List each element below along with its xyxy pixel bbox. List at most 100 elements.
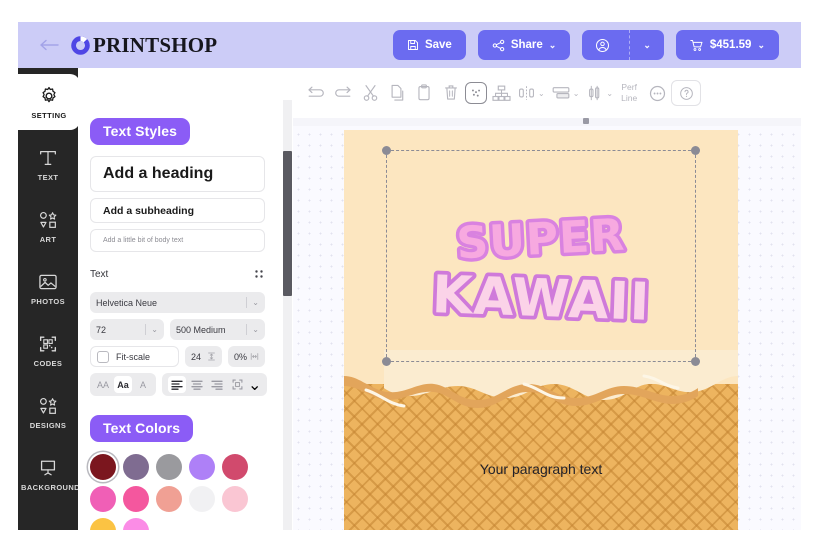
color-swatch[interactable] — [123, 486, 149, 512]
add-body-text-button[interactable]: Add a little bit of body text — [90, 229, 265, 252]
printshop-editor: PRINTSHOP Save Share ⌄ ⌄ $451.59 ⌄ SETTI… — [0, 0, 819, 547]
resize-handle-top-right[interactable] — [691, 146, 700, 155]
brand[interactable]: PRINTSHOP — [70, 33, 217, 58]
color-swatch[interactable] — [90, 486, 116, 512]
color-swatch[interactable] — [189, 454, 215, 480]
more-horizontal-icon[interactable] — [644, 78, 670, 108]
back-arrow-icon[interactable] — [38, 34, 60, 56]
fit-scale-toggle[interactable]: Fit-scale — [90, 346, 179, 367]
font-size-value: 72 — [96, 324, 107, 335]
canvas-scrollbar-track[interactable] — [293, 118, 801, 126]
divider — [246, 297, 248, 308]
grip-dots-icon[interactable] — [253, 268, 265, 280]
color-swatch[interactable] — [123, 454, 149, 480]
add-subheading-button[interactable]: Add a subheading — [90, 198, 265, 223]
fit-scale-checkbox[interactable] — [97, 350, 109, 363]
sidebar-item-codes[interactable]: CODES — [18, 322, 78, 378]
sidebar-item-label: DESIGNS — [29, 420, 67, 430]
color-swatch[interactable] — [156, 486, 182, 512]
sidebar-item-photos[interactable]: PHOTOS — [18, 260, 78, 316]
color-swatch[interactable] — [123, 518, 149, 530]
question-mark-icon — [679, 86, 693, 100]
paragraph-text-element[interactable]: Your paragraph text — [344, 461, 738, 477]
resize-handle-top-left[interactable] — [382, 146, 391, 155]
divider — [145, 324, 147, 335]
font-weight-select[interactable]: 500 Medium ⌄ — [170, 319, 265, 340]
sidebar-item-text[interactable]: TEXT — [18, 136, 78, 192]
text-align-group: ⌄ — [162, 373, 268, 396]
underline-a-icon[interactable]: A — [134, 376, 152, 393]
perf-line-button[interactable]: Perf Line — [621, 82, 637, 104]
align-right-icon[interactable] — [208, 376, 226, 393]
cart-total: $451.59 — [709, 39, 752, 51]
line-height-icon — [208, 352, 215, 361]
color-swatch[interactable] — [222, 454, 248, 480]
align-left-glyph — [171, 380, 183, 390]
text-settings-panel: Text Styles Add a heading Add a subheadi… — [78, 68, 293, 530]
share-button[interactable]: Share ⌄ — [477, 30, 571, 60]
brand-name: PRINTSHOP — [93, 32, 218, 57]
fit-box-glyph — [232, 379, 242, 390]
perf-line-label-2: Line — [621, 93, 638, 103]
help-button[interactable] — [671, 80, 702, 106]
save-button[interactable]: Save — [392, 30, 466, 60]
transparency-icon[interactable] — [465, 82, 487, 104]
scissors-icon[interactable] — [357, 78, 383, 108]
font-size-select[interactable]: 72 ⌄ — [90, 319, 164, 340]
redo-icon[interactable] — [303, 78, 329, 108]
account-dropdown-button[interactable]: ⌄ — [629, 30, 664, 60]
trash-icon[interactable] — [438, 78, 464, 108]
color-swatch[interactable] — [90, 454, 116, 480]
app-header: PRINTSHOP Save Share ⌄ ⌄ $451.59 ⌄ — [18, 22, 801, 68]
chevron-down-icon: ⌄ — [252, 325, 259, 334]
chevron-down-icon: ⌄ — [538, 88, 545, 98]
align-center-icon[interactable] — [188, 376, 206, 393]
shapes-icon — [39, 397, 57, 414]
text-colors-heading: Text Colors — [90, 415, 194, 442]
copy-icon[interactable] — [384, 78, 410, 108]
color-swatch[interactable] — [189, 486, 215, 512]
color-swatch[interactable] — [156, 454, 182, 480]
header-actions: Save Share ⌄ ⌄ $451.59 ⌄ — [392, 30, 779, 60]
layers-icon[interactable]: ⌄ — [549, 78, 583, 108]
text-properties-title: Text — [90, 268, 109, 280]
uppercase-icon[interactable]: AA — [94, 376, 112, 393]
align-horizontal-icon[interactable]: ⌄ — [515, 78, 548, 108]
line-height-value: 24 — [191, 351, 202, 362]
align-left-icon[interactable] — [168, 376, 186, 393]
chevron-down-icon[interactable]: ⌄ — [248, 375, 261, 395]
design-artboard[interactable]: SUPER KAWAII Your paragraph text — [344, 130, 738, 530]
paste-clipboard-icon[interactable] — [411, 78, 437, 108]
sidebar-item-setting[interactable]: SETTING — [18, 74, 80, 130]
resize-handle-bottom-right[interactable] — [691, 357, 700, 366]
sidebar-item-background[interactable]: BACKGROUND — [18, 446, 80, 502]
save-label: Save — [424, 39, 452, 51]
account-button[interactable] — [582, 30, 623, 60]
cart-button[interactable]: $451.59 ⌄ — [675, 30, 779, 60]
add-heading-button[interactable]: Add a heading — [90, 156, 265, 192]
case-align-row: AA Aa A ⌄ — [90, 373, 268, 396]
canvas-area[interactable]: SUPER KAWAII Your paragraph text — [293, 118, 801, 530]
font-family-row: Helvetica Neue ⌄ — [90, 292, 265, 313]
undo-icon[interactable] — [330, 78, 356, 108]
resize-handle-bottom-left[interactable] — [382, 357, 391, 366]
sidebar-item-art[interactable]: ART — [18, 198, 78, 254]
sidebar-item-label: CODES — [33, 358, 63, 368]
color-swatch[interactable] — [90, 518, 116, 530]
account-button-group: ⌄ — [582, 30, 664, 60]
canvas-scrollbar-thumb[interactable] — [583, 118, 589, 124]
sidebar-item-label: BACKGROUND — [21, 482, 80, 492]
panel-scrollbar-thumb[interactable] — [283, 151, 292, 296]
selection-box[interactable] — [382, 146, 700, 366]
fit-box-icon[interactable] — [228, 376, 246, 393]
group-tree-icon[interactable] — [488, 78, 514, 108]
color-swatch[interactable] — [222, 486, 248, 512]
line-height-input[interactable]: 24 — [185, 346, 222, 367]
distribute-vertical-icon[interactable]: ⌄ — [583, 78, 616, 108]
titlecase-icon[interactable]: Aa — [114, 376, 132, 393]
letter-spacing-value: 0% — [234, 351, 248, 362]
letter-spacing-input[interactable]: 0% — [228, 346, 265, 367]
sidebar-item-designs[interactable]: DESIGNS — [18, 384, 78, 440]
font-family-select[interactable]: Helvetica Neue ⌄ — [90, 292, 265, 313]
user-circle-icon — [596, 38, 610, 52]
